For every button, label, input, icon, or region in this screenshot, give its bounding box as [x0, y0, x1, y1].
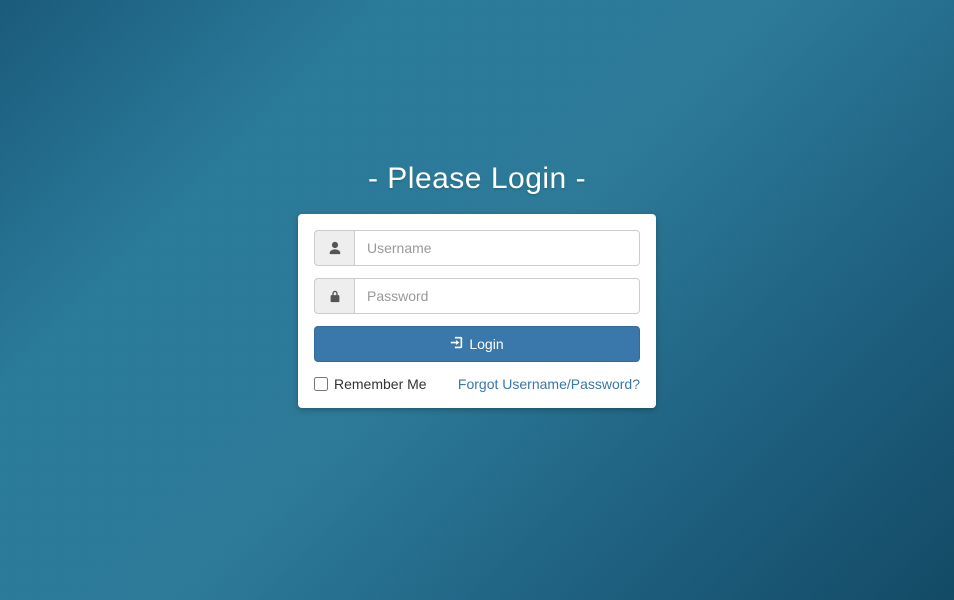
remember-me-text: Remember Me	[334, 376, 427, 392]
bottom-row: Remember Me Forgot Username/Password?	[314, 376, 640, 392]
lock-icon	[314, 278, 354, 314]
password-input[interactable]	[354, 278, 640, 314]
username-input[interactable]	[354, 230, 640, 266]
remember-me-label[interactable]: Remember Me	[314, 376, 427, 392]
remember-me-checkbox[interactable]	[314, 377, 328, 391]
signin-icon	[450, 336, 463, 352]
login-panel: Login Remember Me Forgot Username/Passwo…	[298, 214, 656, 408]
page-title: - Please Login -	[368, 162, 586, 196]
login-container: - Please Login - Login Remember Me	[298, 162, 656, 408]
password-group	[314, 278, 640, 314]
login-button[interactable]: Login	[314, 326, 640, 362]
login-button-label: Login	[469, 336, 503, 352]
username-group	[314, 230, 640, 266]
user-icon	[314, 230, 354, 266]
forgot-password-link[interactable]: Forgot Username/Password?	[458, 376, 640, 392]
